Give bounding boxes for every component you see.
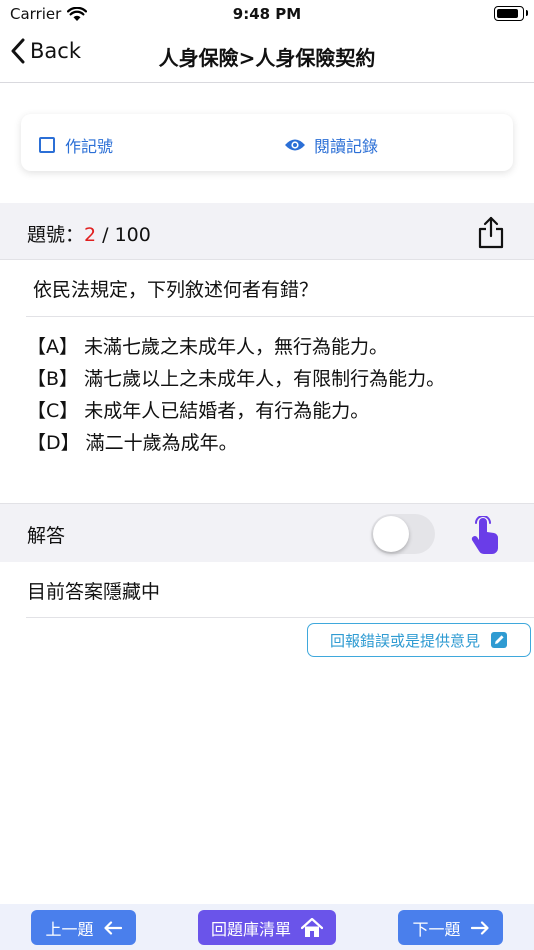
eye-icon (285, 139, 305, 151)
share-icon[interactable] (476, 215, 506, 249)
option-c: 【C】 未成年人已結婚者，有行為能力。 (27, 400, 370, 422)
reading-history-button[interactable]: 閱讀記錄 (284, 133, 378, 157)
divider (26, 316, 534, 317)
next-label: 下一題 (412, 919, 461, 939)
mark-label: 作記號 (65, 137, 114, 156)
feedback-button[interactable]: 回報錯誤或是提供意見 (307, 623, 531, 657)
battery-icon (494, 6, 528, 21)
options-list: 【A】 未滿七歲之未成年人，無行為能力。 【B】 滿七歲以上之未成年人，有限制行… (27, 331, 497, 459)
total-questions: / 100 (102, 224, 151, 246)
question-text: 依民法規定，下列敘述何者有錯？ (33, 279, 319, 301)
page-title: 人身保險>人身保險契約 (158, 46, 376, 70)
mark-question-button[interactable]: 作記號 (39, 133, 113, 157)
next-question-button[interactable]: 下一題 (398, 910, 503, 945)
option-b: 【B】 滿七歲以上之未成年人，有限制行為能力。 (27, 368, 446, 390)
answer-label: 解答 (27, 525, 66, 547)
status-bar: Carrier 9:48 PM (0, 0, 534, 28)
tap-hand-icon (471, 516, 499, 554)
current-question-number: 2 (84, 224, 97, 246)
navigation-bar: Back 人身保險>人身保險契約 (0, 28, 534, 83)
answer-bar: 解答 (0, 503, 534, 562)
bottom-navigation: 上一題 回題庫清單 下一題 (0, 904, 534, 950)
home-icon (301, 917, 323, 937)
edit-icon (491, 632, 507, 648)
question-list-label: 回題庫清單 (210, 919, 291, 939)
previous-question-button[interactable]: 上一題 (31, 910, 136, 945)
question-tools-card: 作記號 閱讀記錄 (21, 114, 513, 171)
checkbox-icon[interactable] (39, 137, 55, 153)
arrow-right-icon (470, 920, 489, 935)
question-list-button[interactable]: 回題庫清單 (198, 910, 336, 945)
arrow-left-icon (103, 920, 122, 935)
toggle-knob (373, 516, 409, 552)
feedback-label: 回報錯誤或是提供意見 (329, 631, 480, 650)
option-a: 【A】 未滿七歲之未成年人，無行為能力。 (27, 336, 389, 358)
divider (26, 617, 534, 618)
question-number: 題號：2 / 100 (27, 220, 151, 247)
option-d: 【D】 滿二十歲為成年。 (27, 432, 238, 454)
history-label: 閱讀記錄 (314, 137, 379, 156)
previous-label: 上一題 (45, 919, 94, 939)
show-answer-toggle[interactable] (371, 514, 435, 554)
answer-hidden-text: 目前答案隱藏中 (27, 581, 161, 603)
clock: 9:48 PM (232, 5, 302, 23)
question-number-bar: 題號：2 / 100 (0, 203, 534, 260)
question-number-prefix: 題號： (27, 224, 85, 246)
